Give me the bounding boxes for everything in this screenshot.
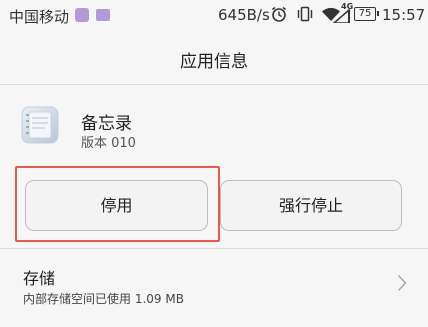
alarm-icon [270, 5, 288, 27]
force-stop-button[interactable]: 强行停止 [220, 180, 402, 231]
signal-icon [331, 8, 351, 27]
gallery-icon [75, 8, 89, 22]
vibrate-icon [296, 6, 314, 26]
keyboard-icon [96, 9, 110, 21]
storage-title: 存储 [23, 269, 56, 288]
app-name: 备忘录 [81, 114, 132, 134]
header-divider [0, 84, 428, 85]
carrier-label: 中国移动 [9, 8, 70, 26]
chevron-right-icon [397, 274, 407, 296]
title-bar: 应用信息 [0, 32, 428, 84]
status-bar: 中国移动 645B/s 4G 75 15:57 [0, 0, 428, 32]
app-version: 版本 010 [81, 136, 136, 151]
storage-summary: 内部存储空间已使用 1.09 MB [23, 292, 184, 306]
storage-row[interactable]: 存储 内部存储空间已使用 1.09 MB [0, 249, 428, 327]
memo-app-icon [21, 106, 59, 144]
network-speed: 645B/s [218, 6, 270, 24]
disable-button[interactable]: 停用 [25, 180, 208, 231]
page-title: 应用信息 [180, 52, 248, 72]
battery-icon: 75 [354, 7, 379, 21]
clock: 15:57 [382, 6, 426, 24]
